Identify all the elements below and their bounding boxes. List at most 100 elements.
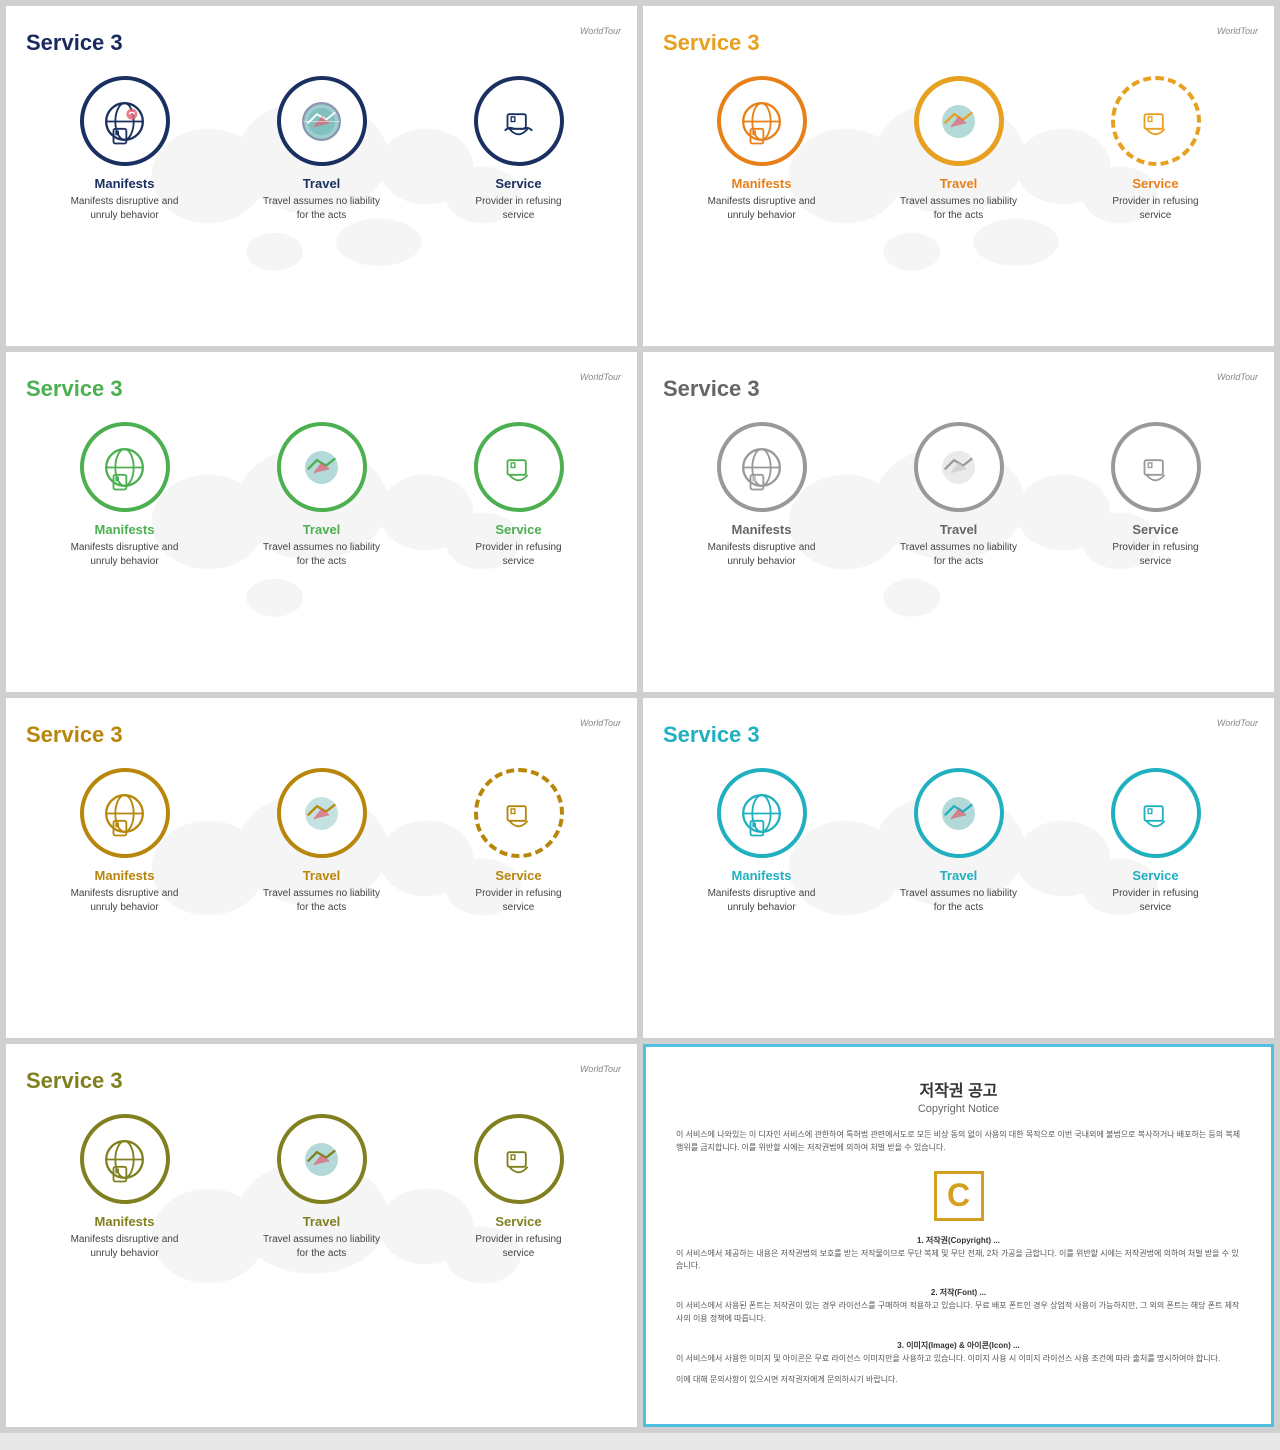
- hand-icon-5: [491, 786, 546, 841]
- icon-circle-globe-2: [717, 76, 807, 166]
- item-desc-manifests-3: Manifests disruptive and unruly behavior: [65, 541, 185, 569]
- icon-item-manifests-1: Manifests Manifests disruptive and unrul…: [65, 76, 185, 223]
- item-title-service-5: Service: [495, 868, 541, 883]
- main-grid: Service 3 WorldTour Manifests Manifes: [0, 0, 1280, 1433]
- icon-circle-hand-3: [474, 422, 564, 512]
- panel-orange: Service 3 WorldTour Manifests Manifests …: [643, 6, 1274, 346]
- globe-icon-6: [734, 786, 789, 841]
- globe-icon-5: [97, 786, 152, 841]
- icon-item-service-2: Service Provider in refusing service: [1096, 76, 1216, 223]
- copyright-text-3: 이 서비스에서 사용한 이미지 및 아이콘은 무료 라이선스 이미지만을 사용하…: [676, 1353, 1241, 1366]
- icon-item-travel-5: Travel Travel assumes no liability for t…: [262, 768, 382, 915]
- panel-teal: Service 3 WorldTour Manifests Manifests …: [643, 698, 1274, 1038]
- hand-icon-2: [1128, 94, 1183, 149]
- icons-row-6: Manifests Manifests disruptive and unrul…: [663, 768, 1254, 915]
- copyright-section-1: 1. 저작권(Copyright) ...: [917, 1235, 1000, 1246]
- icon-circle-globe-3: [80, 422, 170, 512]
- item-title-manifests-4: Manifests: [732, 522, 792, 537]
- icon-item-manifests-6: Manifests Manifests disruptive and unrul…: [702, 768, 822, 915]
- icon-item-travel-3: Travel Travel assumes no liability for t…: [262, 422, 382, 569]
- icon-circle-plane-3: [277, 422, 367, 512]
- logo-5: WorldTour: [580, 718, 621, 728]
- item-desc-travel-2: Travel assumes no liability for the acts: [899, 195, 1019, 223]
- item-desc-manifests-1: Manifests disruptive and unruly behavior: [65, 195, 185, 223]
- panel-title-1: Service 3: [26, 30, 617, 56]
- panel-title-6: Service 3: [663, 722, 1254, 748]
- icon-item-travel-4: Travel Travel assumes no liability for t…: [899, 422, 1019, 569]
- copyright-section-2: 2. 저작(Font) ...: [931, 1287, 986, 1298]
- panel-title-2: Service 3: [663, 30, 1254, 56]
- globe-icon-4: [734, 440, 789, 495]
- item-desc-travel-1: Travel assumes no liability for the acts: [262, 195, 382, 223]
- icon-circle-plane-7: [277, 1114, 367, 1204]
- icon-item-travel-7: Travel Travel assumes no liability for t…: [262, 1114, 382, 1261]
- item-title-manifests-5: Manifests: [95, 868, 155, 883]
- item-title-travel-2: Travel: [940, 176, 978, 191]
- item-desc-service-3: Provider in refusing service: [459, 541, 579, 569]
- icon-item-manifests-5: Manifests Manifests disruptive and unrul…: [65, 768, 185, 915]
- globe-icon-7: [97, 1132, 152, 1187]
- icons-row-3: Manifests Manifests disruptive and unrul…: [26, 422, 617, 569]
- icon-circle-globe-1: [80, 76, 170, 166]
- panel-gold: Service 3 WorldTour Manifests Manifests …: [6, 698, 637, 1038]
- logo-7: WorldTour: [580, 1064, 621, 1074]
- item-desc-manifests-2: Manifests disruptive and unruly behavior: [702, 195, 822, 223]
- icon-circle-plane-5: [277, 768, 367, 858]
- panel-title-3: Service 3: [26, 376, 617, 402]
- icons-row-4: Manifests Manifests disruptive and unrul…: [663, 422, 1254, 569]
- copyright-title-en: Copyright Notice: [918, 1103, 999, 1115]
- copyright-text-4: 이에 대해 문의사항이 있으시면 저작권자에게 문의하시기 바랍니다.: [676, 1374, 1241, 1387]
- icon-circle-hand-7: [474, 1114, 564, 1204]
- item-desc-travel-7: Travel assumes no liability for the acts: [262, 1233, 382, 1261]
- copyright-text-2: 이 서비스에서 사용된 폰트는 저작권이 있는 경우 라이선스를 구매하여 적용…: [676, 1300, 1241, 1326]
- logo-2: WorldTour: [1217, 26, 1258, 36]
- hand-icon-6: [1128, 786, 1183, 841]
- plane-icon-7: [294, 1132, 349, 1187]
- item-desc-service-5: Provider in refusing service: [459, 887, 579, 915]
- logo-6: WorldTour: [1217, 718, 1258, 728]
- item-desc-service-4: Provider in refusing service: [1096, 541, 1216, 569]
- icons-row-2: Manifests Manifests disruptive and unrul…: [663, 76, 1254, 223]
- copyright-logo: C: [934, 1171, 984, 1221]
- icon-circle-hand-5: [474, 768, 564, 858]
- item-desc-manifests-6: Manifests disruptive and unruly behavior: [702, 887, 822, 915]
- icon-circle-plane-1: [277, 76, 367, 166]
- item-desc-service-2: Provider in refusing service: [1096, 195, 1216, 223]
- item-title-travel-5: Travel: [303, 868, 341, 883]
- icon-circle-plane-6: [914, 768, 1004, 858]
- icon-circle-hand-6: [1111, 768, 1201, 858]
- item-title-manifests-6: Manifests: [732, 868, 792, 883]
- item-title-travel-1: Travel: [303, 176, 341, 191]
- item-title-manifests-3: Manifests: [95, 522, 155, 537]
- item-desc-travel-4: Travel assumes no liability for the acts: [899, 541, 1019, 569]
- item-desc-manifests-5: Manifests disruptive and unruly behavior: [65, 887, 185, 915]
- item-title-manifests-7: Manifests: [95, 1214, 155, 1229]
- icon-item-manifests-4: Manifests Manifests disruptive and unrul…: [702, 422, 822, 569]
- hand-icon-4: [1128, 440, 1183, 495]
- panel-green: Service 3 WorldTour Manifests Manifests …: [6, 352, 637, 692]
- hand-icon-7: [491, 1132, 546, 1187]
- icon-item-service-6: Service Provider in refusing service: [1096, 768, 1216, 915]
- icons-row-1: Manifests Manifests disruptive and unrul…: [26, 76, 617, 223]
- icon-item-manifests-2: Manifests Manifests disruptive and unrul…: [702, 76, 822, 223]
- hand-icon-1: [491, 94, 546, 149]
- icon-item-travel-2: Travel Travel assumes no liability for t…: [899, 76, 1019, 223]
- item-desc-manifests-7: Manifests disruptive and unruly behavior: [65, 1233, 185, 1261]
- icon-circle-globe-4: [717, 422, 807, 512]
- icon-item-travel-6: Travel Travel assumes no liability for t…: [899, 768, 1019, 915]
- icon-circle-globe-7: [80, 1114, 170, 1204]
- icon-circle-hand-4: [1111, 422, 1201, 512]
- icon-circle-hand-2: [1111, 76, 1201, 166]
- item-title-service-7: Service: [495, 1214, 541, 1229]
- icons-row-5: Manifests Manifests disruptive and unrul…: [26, 768, 617, 915]
- copyright-text-intro: 이 서비스에 나와있는 이 디자인 서비스에 관한하여 특허법 관련에서도로 모…: [676, 1129, 1241, 1155]
- item-title-travel-4: Travel: [940, 522, 978, 537]
- copyright-panel: 저작권 공고 Copyright Notice 이 서비스에 나와있는 이 디자…: [643, 1044, 1274, 1427]
- item-title-service-4: Service: [1132, 522, 1178, 537]
- panel-navy: Service 3 WorldTour Manifests Manifes: [6, 6, 637, 346]
- icon-item-service-4: Service Provider in refusing service: [1096, 422, 1216, 569]
- plane-icon-1: [294, 94, 349, 149]
- plane-icon-5: [294, 786, 349, 841]
- icons-row-7: Manifests Manifests disruptive and unrul…: [26, 1114, 617, 1261]
- plane-icon-4: [931, 440, 986, 495]
